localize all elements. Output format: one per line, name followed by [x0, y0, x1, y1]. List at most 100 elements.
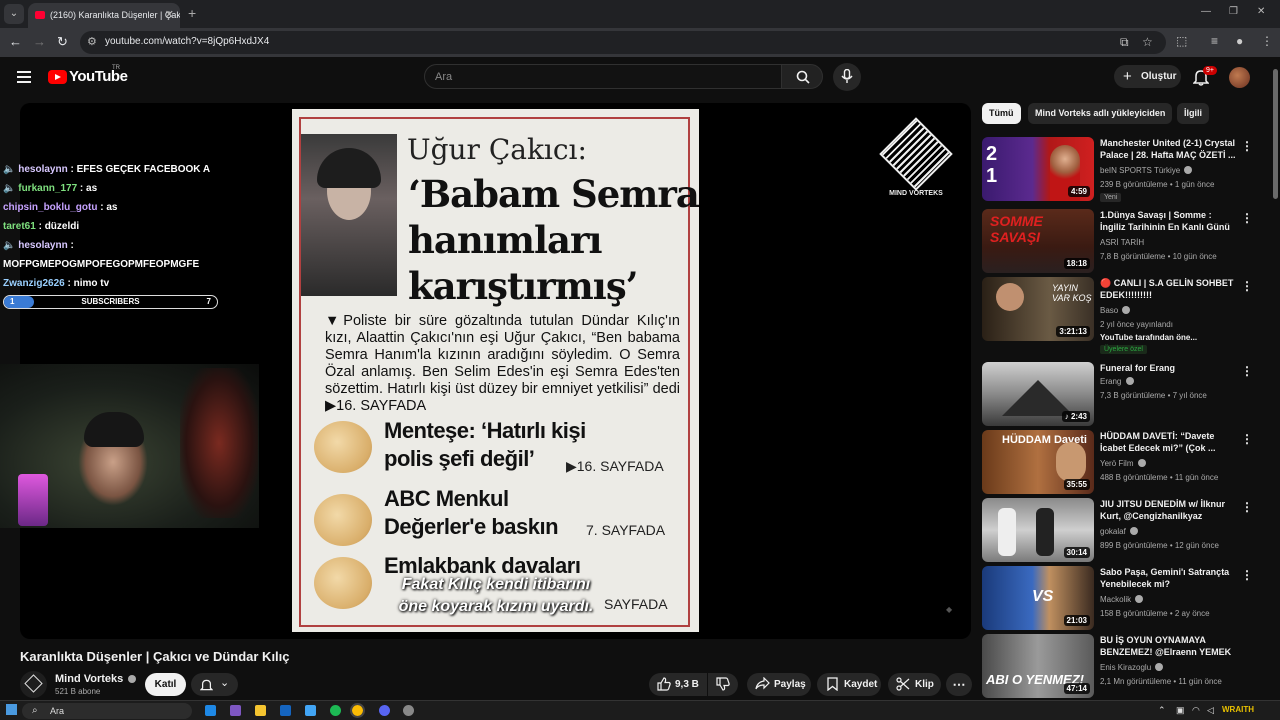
file-explorer-icon[interactable]: [255, 705, 266, 716]
video-menu-icon[interactable]: ⋮: [1241, 211, 1253, 225]
video-title[interactable]: 🔴 CANLI | S.A GELİN SOHBET EDEK!!!!!!!!!: [1100, 277, 1237, 301]
video-thumbnail[interactable]: YAYIN VAR KOŞ 3:21:13: [982, 277, 1094, 341]
share-button[interactable]: Paylaş: [747, 673, 811, 696]
browser-tab[interactable]: (2160) Karanlıkta Düşenler | Çakıcı ✕: [28, 3, 180, 28]
network-icon[interactable]: ◠: [1192, 705, 1200, 716]
tab-search-button[interactable]: ⌄: [4, 4, 24, 24]
video-title[interactable]: BU İŞ OYUN OYNAMAYA BENZEMEZ! @Elraenn Y…: [1100, 634, 1237, 659]
video-channel[interactable]: Enis Kirazoglu: [1100, 663, 1164, 672]
video-thumbnail[interactable]: SOMME SAVAŞI 18:18: [982, 209, 1094, 273]
edge-icon[interactable]: [205, 705, 216, 716]
video-thumbnail[interactable]: HÜDDAM Daveti 35:55: [982, 430, 1094, 494]
like-button[interactable]: 9,3 B: [649, 673, 707, 696]
close-window-icon[interactable]: ✕: [1257, 6, 1265, 17]
dislike-button[interactable]: [708, 673, 738, 696]
video-thumbnail[interactable]: ♪ 2:43: [982, 362, 1094, 426]
video-menu-icon[interactable]: ⋮: [1241, 364, 1253, 378]
reload-icon[interactable]: ↻: [57, 34, 68, 50]
app-icon[interactable]: [403, 705, 414, 716]
windows-start-icon[interactable]: [6, 704, 17, 715]
tray-chevron-icon[interactable]: ⌃: [1158, 705, 1166, 716]
video-title[interactable]: Sabo Paşa, Gemini'ı Satrançta Yenebilece…: [1100, 566, 1237, 590]
minimize-icon[interactable]: —: [1201, 6, 1211, 17]
forward-icon[interactable]: →: [33, 34, 46, 49]
video-channel[interactable]: ASRİ TARİH: [1100, 238, 1144, 247]
video-title[interactable]: Funeral for Erang: [1100, 362, 1237, 374]
search-input[interactable]: Ara: [424, 64, 782, 89]
video-menu-icon[interactable]: ⋮: [1241, 432, 1253, 446]
bookmark-star-icon[interactable]: ☆: [1142, 35, 1153, 49]
search-button[interactable]: [781, 64, 823, 89]
back-icon[interactable]: ←: [9, 34, 22, 49]
recommended-video[interactable]: YAYIN VAR KOŞ 3:21:13 🔴 CANLI | S.A GELİ…: [982, 277, 1253, 354]
video-title[interactable]: JIU JITSU DENEDİM w/ İlknur Kurt, @Cengi…: [1100, 498, 1237, 522]
page-scrollbar[interactable]: [1272, 62, 1278, 702]
copilot-icon[interactable]: [230, 705, 241, 716]
app-icon[interactable]: [305, 705, 316, 716]
video-meta: 7,8 B görüntüleme • 10 gün önce: [1100, 252, 1217, 261]
video-menu-icon[interactable]: ⋮: [1241, 279, 1253, 293]
taskbar-search[interactable]: ⌕ Ara: [22, 703, 192, 719]
chip-all[interactable]: Tümü: [982, 103, 1021, 124]
cast-icon[interactable]: ⧉: [1120, 35, 1129, 50]
save-button[interactable]: Kaydet: [817, 673, 881, 696]
chip-related[interactable]: İlgili: [1177, 103, 1209, 124]
store-icon[interactable]: [280, 705, 291, 716]
close-tab-icon[interactable]: ✕: [165, 3, 174, 28]
thumbnail-text-graphic: SOMME SAVAŞI: [990, 213, 1043, 245]
video-menu-icon[interactable]: ⋮: [1241, 500, 1253, 514]
video-title[interactable]: 1.Dünya Savaşı | Somme : İngiliz Tarihin…: [1100, 209, 1237, 234]
join-button[interactable]: Katıl: [145, 673, 186, 696]
recommended-video[interactable]: 21 4:59 Manchester United (2-1) Crystal …: [982, 137, 1253, 202]
video-channel[interactable]: Baso: [1100, 306, 1131, 315]
scrollbar-thumb[interactable]: [1273, 69, 1278, 199]
channel-name[interactable]: Mind Vorteks: [55, 673, 137, 685]
clip-button[interactable]: Klip: [888, 673, 941, 696]
site-info-icon[interactable]: ⚙: [87, 35, 97, 48]
recommended-video[interactable]: ABI O YENMEZ! 47:14 BU İŞ OYUN OYNAMAYA …: [982, 634, 1252, 698]
address-bar[interactable]: ⚙ youtube.com/watch?v=8jQp6HxdJX4 ⧉ ☆: [80, 31, 1166, 54]
recommended-video[interactable]: VS 21:03 Sabo Paşa, Gemini'ı Satrançta Y…: [982, 566, 1253, 630]
create-button[interactable]: + Oluştur: [1114, 65, 1181, 88]
restore-icon[interactable]: ❐: [1229, 6, 1238, 17]
video-title[interactable]: HÜDDAM DAVETİ: “Davete İcabet Edecek mi?…: [1100, 430, 1237, 454]
chip-from-uploader[interactable]: Mind Vorteks adlı yükleyiciden: [1028, 103, 1173, 124]
user-avatar[interactable]: [1229, 67, 1250, 88]
video-title[interactable]: Manchester United (2-1) Crystal Palace |…: [1100, 137, 1237, 161]
video-thumbnail[interactable]: 21 4:59: [982, 137, 1094, 201]
volume-icon[interactable]: ◁: [1207, 705, 1214, 716]
new-tab-button[interactable]: +: [188, 5, 196, 21]
video-thumbnail[interactable]: ABI O YENMEZ! 47:14: [982, 634, 1094, 698]
video-menu-icon[interactable]: ⋮: [1241, 139, 1253, 153]
channel-name-text: Enis Kirazoglu: [1100, 663, 1152, 672]
tray-app-icon[interactable]: ▣: [1176, 705, 1185, 716]
video-menu-icon[interactable]: ⋮: [1241, 568, 1253, 582]
video-channel[interactable]: gokalaf: [1100, 527, 1139, 536]
search-icon: [796, 70, 810, 84]
video-channel[interactable]: beIN SPORTS Türkiye: [1100, 166, 1193, 175]
video-channel[interactable]: Mackolik: [1100, 595, 1144, 604]
video-channel[interactable]: Yerö Film: [1100, 459, 1146, 468]
recommended-video[interactable]: HÜDDAM Daveti 35:55 HÜDDAM DAVETİ: “Dave…: [982, 430, 1253, 494]
video-channel[interactable]: Erang: [1100, 377, 1134, 386]
channel-avatar[interactable]: [20, 671, 47, 698]
chat-message: Zwanzig2626 : nimo tv: [3, 278, 110, 289]
menu-icon[interactable]: [17, 71, 31, 83]
subscription-notification-button[interactable]: ⌄: [191, 673, 238, 696]
profile-icon[interactable]: ●: [1236, 34, 1243, 48]
recommended-video[interactable]: 30:14 JIU JITSU DENEDİM w/ İlknur Kurt, …: [982, 498, 1253, 562]
media-control-icon[interactable]: ≡: [1211, 34, 1218, 48]
discord-icon[interactable]: [379, 705, 390, 716]
recommended-video[interactable]: ♪ 2:43 Funeral for Erang Erang 7,3 B gör…: [982, 362, 1253, 426]
more-actions-button[interactable]: ⋯: [946, 673, 972, 696]
chrome-icon[interactable]: [350, 703, 365, 718]
burned-in-subtitle: Fakat Kılıç kendi itibarını öne koyarak …: [368, 574, 624, 618]
video-thumbnail[interactable]: VS 21:03: [982, 566, 1094, 630]
recommended-video[interactable]: SOMME SAVAŞI 18:18 1.Dünya Savaşı | Somm…: [982, 209, 1253, 273]
voice-search-button[interactable]: [833, 63, 861, 91]
extensions-icon[interactable]: ⬚: [1176, 34, 1187, 48]
video-thumbnail[interactable]: 30:14: [982, 498, 1094, 562]
browser-menu-icon[interactable]: ⋮: [1261, 34, 1273, 48]
search-placeholder: Ara: [435, 71, 453, 83]
spotify-icon[interactable]: [330, 705, 341, 716]
